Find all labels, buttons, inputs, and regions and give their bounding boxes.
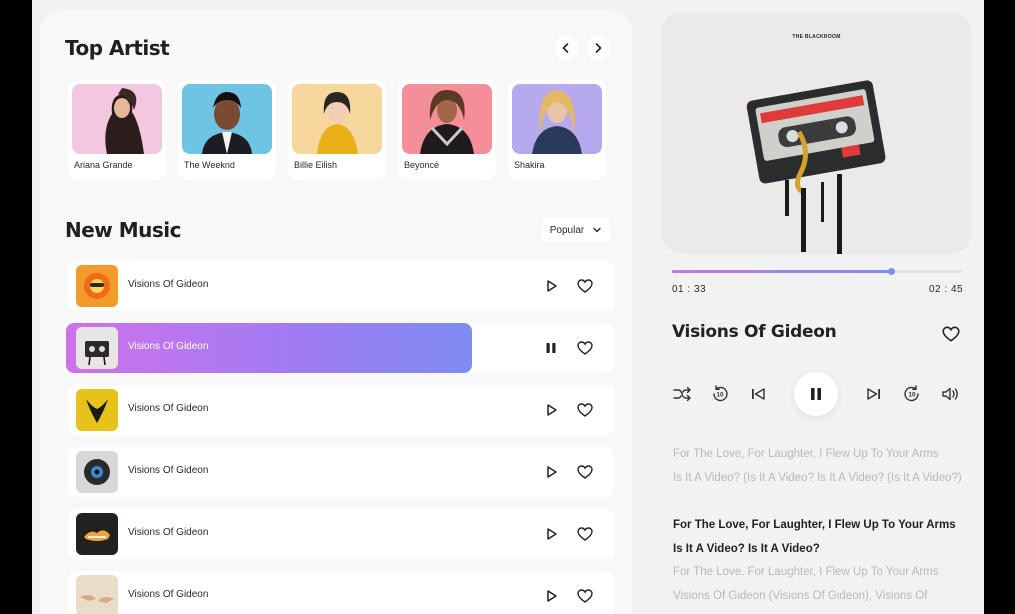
artist-name: Beyoncé [404, 160, 440, 170]
play-icon[interactable] [542, 463, 560, 481]
pause-icon [811, 388, 821, 400]
progress-knob[interactable] [887, 268, 895, 275]
heart-icon[interactable] [576, 277, 594, 295]
artist-card-billie-eilish[interactable]: Billie Eilish [288, 80, 386, 180]
track-thumbnail [76, 389, 118, 431]
play-icon[interactable] [542, 277, 560, 295]
track-row[interactable]: Visions Of Gideon [68, 571, 614, 614]
artist-photo [72, 84, 162, 154]
playback-progress-bar[interactable] [672, 268, 962, 275]
play-pause-button[interactable] [794, 372, 838, 416]
chevron-right-icon [595, 43, 602, 53]
heart-icon[interactable] [576, 587, 594, 605]
skip-previous-icon [752, 388, 765, 400]
track-row[interactable]: Visions Of Gideon [68, 447, 614, 497]
svg-text:10: 10 [908, 392, 916, 399]
track-thumbnail [76, 265, 118, 307]
prev-artist-button[interactable] [554, 36, 578, 60]
lyric-line: Is It A Video? (Is It A Video? Is It A V… [673, 472, 962, 484]
sort-dropdown[interactable]: Popular [542, 218, 610, 242]
track-title: Visions Of Gideon [128, 589, 209, 600]
track-row[interactable]: Visions Of Gideon [68, 509, 614, 559]
artist-name: The Weeknd [184, 160, 235, 170]
shuffle-icon [673, 386, 691, 402]
track-row-playing[interactable]: Visions Of Gideon [66, 323, 614, 373]
svg-text:10: 10 [716, 392, 724, 399]
forward-10-button[interactable]: 10 [902, 384, 922, 404]
shuffle-button[interactable] [672, 384, 692, 404]
next-artist-button[interactable] [586, 36, 610, 60]
now-playing-title: Visions Of Gideon [672, 322, 837, 342]
lyric-line-current: Is It A Video? Is It A Video? [673, 543, 820, 555]
previous-track-button[interactable] [748, 384, 768, 404]
lyric-line-current: For The Love, For Laughter, I Flew Up To… [673, 519, 956, 531]
top-artist-heading: Top Artist [65, 36, 170, 60]
track-row[interactable]: Visions Of Gideon [68, 261, 614, 311]
track-title: Visions Of Gideon [128, 279, 209, 290]
heart-icon[interactable] [576, 525, 594, 543]
track-title: Visions Of Gideon [128, 341, 209, 352]
artist-photo [402, 84, 492, 154]
rewind-10-icon: 10 [713, 385, 728, 402]
chevron-down-icon [593, 227, 601, 233]
active-track-highlight [66, 323, 472, 373]
play-icon[interactable] [542, 525, 560, 543]
play-icon[interactable] [542, 587, 560, 605]
lyric-line: Visions Of Gideon (Visions Of Gideon), V… [673, 590, 928, 602]
heart-icon[interactable] [941, 324, 961, 344]
pause-icon[interactable] [542, 339, 560, 357]
album-cover: THE BLACKROOM [661, 12, 972, 254]
artist-card-beyonce[interactable]: Beyoncé [398, 80, 496, 180]
new-music-heading: New Music [65, 218, 182, 242]
volume-icon [942, 387, 958, 401]
artist-photo [292, 84, 382, 154]
heart-icon[interactable] [576, 463, 594, 481]
chevron-left-icon [562, 43, 569, 53]
progress-fill [672, 270, 891, 273]
track-thumbnail [76, 575, 118, 614]
artist-card-ariana-grande[interactable]: Ariana Grande [68, 80, 166, 180]
artist-photo [182, 84, 272, 154]
artist-card-shakira[interactable]: Shakira [508, 80, 606, 180]
track-thumbnail [76, 451, 118, 493]
total-duration: 02 : 45 [929, 284, 964, 295]
play-icon[interactable] [542, 401, 560, 419]
heart-icon[interactable] [576, 339, 594, 357]
artist-name: Billie Eilish [294, 160, 338, 170]
artist-name: Ariana Grande [74, 160, 133, 170]
rewind-10-button[interactable]: 10 [710, 384, 730, 404]
artist-list: Ariana Grande The Weeknd Billie Eilish B… [68, 80, 606, 180]
app-frame: Top Artist Ariana Grande The Weeknd Bill… [32, 0, 984, 614]
track-thumbnail [76, 513, 118, 555]
track-title: Visions Of Gideon [128, 527, 209, 538]
heart-icon[interactable] [576, 401, 594, 419]
lyric-line: For The Love, For Laughter, I Flew Up To… [673, 448, 939, 460]
track-title: Visions Of Gideon [128, 465, 209, 476]
elapsed-time: 01 : 33 [672, 284, 707, 295]
forward-10-icon: 10 [904, 385, 919, 402]
artist-photo [512, 84, 602, 154]
volume-button[interactable] [940, 384, 960, 404]
library-panel: Top Artist Ariana Grande The Weeknd Bill… [40, 10, 632, 614]
sort-label: Popular [549, 224, 585, 236]
next-track-button[interactable] [864, 384, 884, 404]
track-thumbnail [76, 327, 118, 369]
skip-next-icon [867, 388, 880, 400]
artist-name: Shakira [514, 160, 545, 170]
track-title: Visions Of Gideon [128, 403, 209, 414]
lyric-line: For The Love, For Laughter, I Flew Up To… [673, 566, 939, 578]
track-row[interactable]: Visions Of Gideon [68, 385, 614, 435]
artist-card-the-weeknd[interactable]: The Weeknd [178, 80, 276, 180]
